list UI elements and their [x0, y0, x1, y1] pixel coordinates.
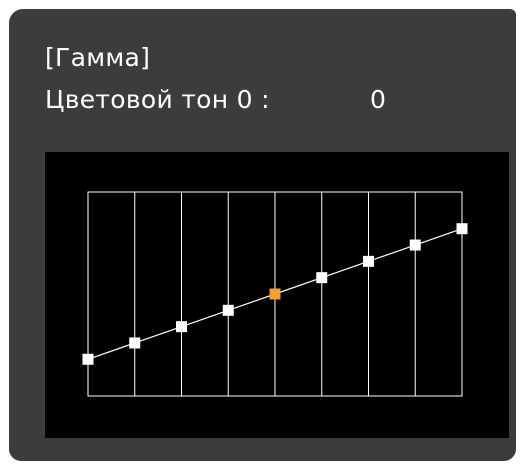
- gamma-point[interactable]: [363, 255, 374, 267]
- gamma-point[interactable]: [129, 337, 141, 349]
- gamma-point[interactable]: [222, 304, 234, 316]
- gamma-point[interactable]: [456, 223, 468, 235]
- gamma-point[interactable]: [82, 353, 94, 365]
- gamma-point[interactable]: [316, 272, 328, 284]
- gamma-point[interactable]: [409, 239, 421, 251]
- tone-value: 0: [370, 85, 386, 114]
- gamma-graph-svg: [82, 191, 468, 397]
- gamma-graph: [45, 152, 509, 438]
- page-title: [Гамма]: [45, 43, 151, 72]
- tone-label: Цветовой тон 0 :: [45, 85, 270, 114]
- gamma-point-selected[interactable]: [269, 288, 281, 300]
- gamma-point[interactable]: [176, 321, 187, 333]
